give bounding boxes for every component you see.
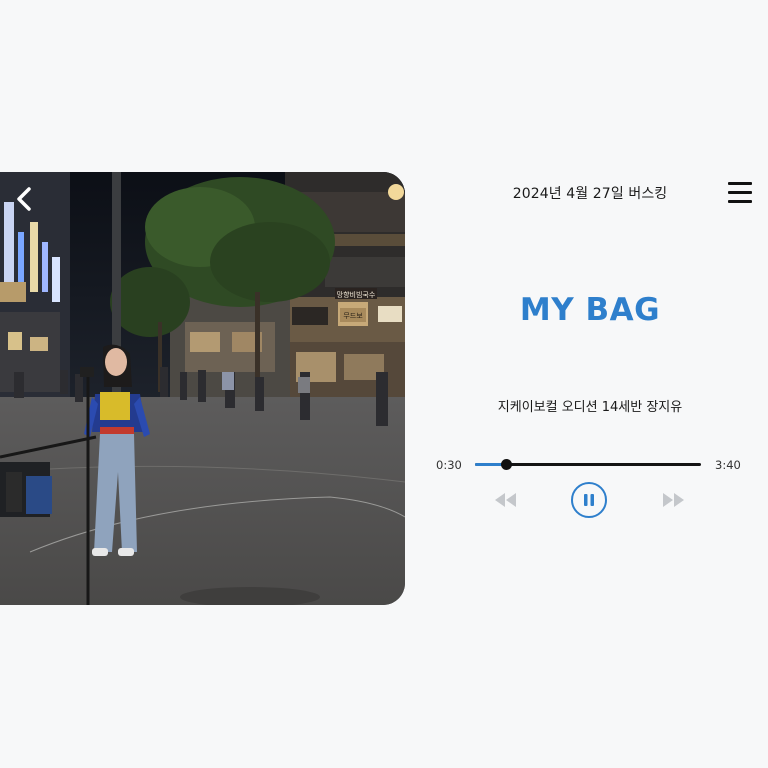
fast-forward-icon (663, 493, 684, 507)
rewind-icon (495, 493, 516, 507)
rewind-button[interactable] (492, 490, 520, 510)
player-page: 망향비빔국수 무드보 2024년 4월 27일 버스킹 MY BAG 지케이보컬… (0, 0, 768, 768)
fast-forward-button[interactable] (659, 490, 687, 510)
storefront-sign-1: 망향비빔국수 (337, 290, 376, 299)
total-time: 3:40 (715, 458, 741, 472)
pause-button[interactable] (571, 482, 607, 518)
pause-icon (584, 494, 594, 506)
progress-bar[interactable] (475, 459, 701, 470)
song-subtitle: 지케이보컬 오디션 14세반 장지유 (497, 400, 683, 415)
busking-scene-image: 망향비빔국수 무드보 (0, 172, 405, 605)
current-time: 0:30 (436, 458, 462, 472)
progress-thumb[interactable] (500, 459, 512, 470)
video-thumbnail[interactable]: 망향비빔국수 무드보 (0, 172, 405, 605)
back-button[interactable] (10, 182, 38, 216)
header-title: 2024년 4월 27일 버스킹 (512, 186, 668, 202)
storefront-sign-2: 무드보 (343, 312, 363, 320)
chevron-left-icon (17, 187, 31, 211)
song-title: MY BAG (519, 292, 661, 328)
menu-button[interactable] (726, 180, 754, 206)
